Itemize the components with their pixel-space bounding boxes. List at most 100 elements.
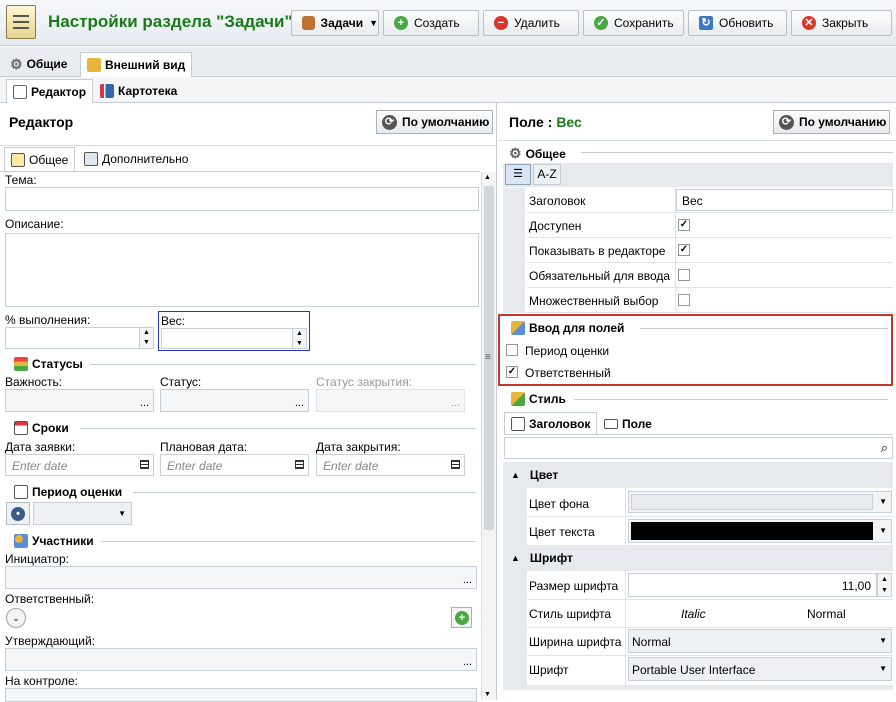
close-status-label: Статус закрытия: bbox=[316, 375, 413, 389]
calendar-icon[interactable] bbox=[295, 460, 304, 469]
status-select[interactable]: ... bbox=[160, 389, 309, 412]
field-default-button[interactable]: ⟳ По умолчанию bbox=[773, 110, 890, 134]
calendar-icon[interactable] bbox=[451, 460, 460, 469]
font-style-italic[interactable]: Italic bbox=[681, 607, 706, 621]
add-responsible-button[interactable]: + bbox=[451, 607, 472, 628]
editor-tab-extra-label: Дополнительно bbox=[102, 152, 189, 166]
period-select[interactable]: ▼ bbox=[33, 502, 132, 525]
compass-icon: • bbox=[11, 507, 25, 521]
document-icon bbox=[13, 84, 27, 99]
bg-color-picker[interactable]: ▼ bbox=[628, 491, 892, 513]
deadlines-section: Сроки bbox=[14, 421, 69, 435]
property-checkbox[interactable] bbox=[678, 294, 690, 306]
color-category[interactable]: ▲ Цвет bbox=[511, 468, 558, 482]
style-tab-field-label: Поле bbox=[622, 417, 652, 431]
editor-default-button[interactable]: ⟳ По умолчанию bbox=[376, 110, 493, 134]
col-divider bbox=[675, 288, 676, 312]
delete-label: Удалить bbox=[514, 16, 560, 30]
caption-input[interactable]: Вес bbox=[676, 189, 893, 211]
page-title: Настройки раздела "Задачи" bbox=[48, 12, 293, 31]
period-title: Период оценки bbox=[32, 485, 123, 499]
property-checkbox[interactable]: ✓ bbox=[678, 219, 690, 231]
refresh-button[interactable]: ↻ Обновить bbox=[688, 10, 787, 36]
property-checkbox[interactable] bbox=[678, 269, 690, 281]
splitter-grip-icon[interactable]: ≡ bbox=[485, 352, 491, 363]
property-label: Доступен bbox=[529, 219, 582, 233]
style-search-input[interactable]: ⌕ bbox=[504, 437, 893, 459]
editor-tab-extra[interactable]: Дополнительно bbox=[78, 147, 194, 171]
font-size-input[interactable]: 11,00 bbox=[628, 573, 877, 597]
section-line bbox=[90, 364, 476, 365]
initiator-label: Инициатор: bbox=[5, 552, 69, 566]
input-fields-section: Ввод для полей bbox=[511, 321, 624, 335]
field-heading: Поле : Вес bbox=[509, 114, 582, 130]
responsible-checkbox[interactable]: ✓ bbox=[506, 366, 518, 378]
property-row: Показывать в редакторе ✓ bbox=[527, 238, 893, 263]
close-date-input[interactable]: Enter date bbox=[316, 454, 465, 476]
font-size-spin[interactable]: ▲ ▼ bbox=[877, 573, 892, 597]
general-title: Общее bbox=[525, 146, 566, 161]
col-divider bbox=[625, 571, 626, 685]
categorized-icon[interactable]: ☰ bbox=[505, 164, 531, 185]
font-weight-select[interactable]: Normal ▼ bbox=[628, 629, 892, 653]
period-section: Период оценки bbox=[14, 485, 122, 499]
general-icon bbox=[11, 152, 25, 167]
placeholder: Enter date bbox=[167, 459, 223, 473]
percent-input[interactable]: ▲ ▼ bbox=[5, 327, 154, 349]
text-color-swatch bbox=[631, 522, 873, 540]
reset-icon: ⟳ bbox=[382, 114, 397, 130]
importance-label: Важность: bbox=[5, 375, 63, 389]
tab-editor-label: Редактор bbox=[31, 84, 87, 99]
font-style-normal[interactable]: Normal bbox=[807, 607, 846, 621]
participants-section: Участники bbox=[14, 534, 94, 548]
text-color-label: Цвет текста bbox=[529, 525, 595, 539]
editor-tab-general[interactable]: Общее bbox=[4, 147, 76, 171]
close-date-label: Дата закрытия: bbox=[316, 440, 401, 454]
planned-date-input[interactable]: Enter date bbox=[160, 454, 309, 476]
scroll-up-icon[interactable]: ▲ bbox=[484, 174, 491, 181]
font-family-select[interactable]: Portable User Interface ▼ bbox=[628, 657, 892, 681]
importance-select[interactable]: ... bbox=[5, 389, 154, 412]
plus-icon: + bbox=[394, 16, 408, 30]
text-color-picker[interactable]: ▼ bbox=[628, 519, 892, 543]
subject-input[interactable] bbox=[5, 187, 479, 211]
calendar-icon[interactable] bbox=[140, 460, 149, 469]
input-icon bbox=[511, 321, 525, 335]
period-button[interactable]: • bbox=[6, 502, 30, 525]
section-dropdown-button[interactable]: Задачи ▼ bbox=[291, 10, 379, 36]
section-label: Задачи bbox=[320, 16, 364, 30]
check-icon: ✓ bbox=[594, 16, 608, 30]
create-button[interactable]: + Создать bbox=[383, 10, 479, 36]
tab-editor[interactable]: Редактор bbox=[6, 79, 94, 103]
style-tab-header[interactable]: Заголовок bbox=[504, 412, 598, 435]
planned-date-label: Плановая дата: bbox=[160, 440, 248, 454]
scroll-down-icon[interactable]: ▼ bbox=[484, 691, 491, 698]
tab-appearance[interactable]: Внешний вид bbox=[80, 52, 193, 77]
initiator-select[interactable]: ... bbox=[5, 566, 477, 589]
style-tab-field[interactable]: Поле bbox=[598, 412, 658, 436]
period-checkbox[interactable] bbox=[506, 344, 518, 356]
style-tab-header-label: Заголовок bbox=[529, 417, 591, 431]
font-category[interactable]: ▲ Шрифт bbox=[511, 551, 573, 565]
tab-card[interactable]: Картотека bbox=[94, 79, 183, 103]
font-size-value: 11,00 bbox=[841, 579, 871, 593]
card-index-icon bbox=[100, 84, 114, 98]
tab-general[interactable]: ⚙ Общие bbox=[4, 52, 73, 76]
font-family-value: Portable User Interface bbox=[632, 663, 756, 677]
weight-input[interactable]: ▲ ▼ bbox=[161, 328, 307, 349]
spin-buttons[interactable]: ▲ ▼ bbox=[139, 328, 153, 348]
save-button[interactable]: ✓ Сохранить bbox=[583, 10, 684, 36]
property-checkbox[interactable]: ✓ bbox=[678, 244, 690, 256]
sort-az-button[interactable]: A-Z bbox=[533, 164, 561, 185]
description-input[interactable] bbox=[5, 233, 479, 307]
spin-buttons[interactable]: ▲ ▼ bbox=[292, 329, 306, 348]
approver-select[interactable]: ... bbox=[5, 648, 477, 671]
refresh-icon: ↻ bbox=[699, 16, 713, 30]
weight-field-selected[interactable]: Вес: ▲ ▼ bbox=[158, 311, 310, 351]
editor-scrollbar[interactable]: ▲ ▼ bbox=[481, 172, 496, 700]
placeholder: Enter date bbox=[323, 459, 379, 473]
expand-icon[interactable]: ⌄ bbox=[6, 608, 26, 628]
close-button[interactable]: ✕ Закрыть bbox=[791, 10, 892, 36]
request-date-input[interactable]: Enter date bbox=[5, 454, 154, 476]
delete-button[interactable]: − Удалить bbox=[483, 10, 579, 36]
